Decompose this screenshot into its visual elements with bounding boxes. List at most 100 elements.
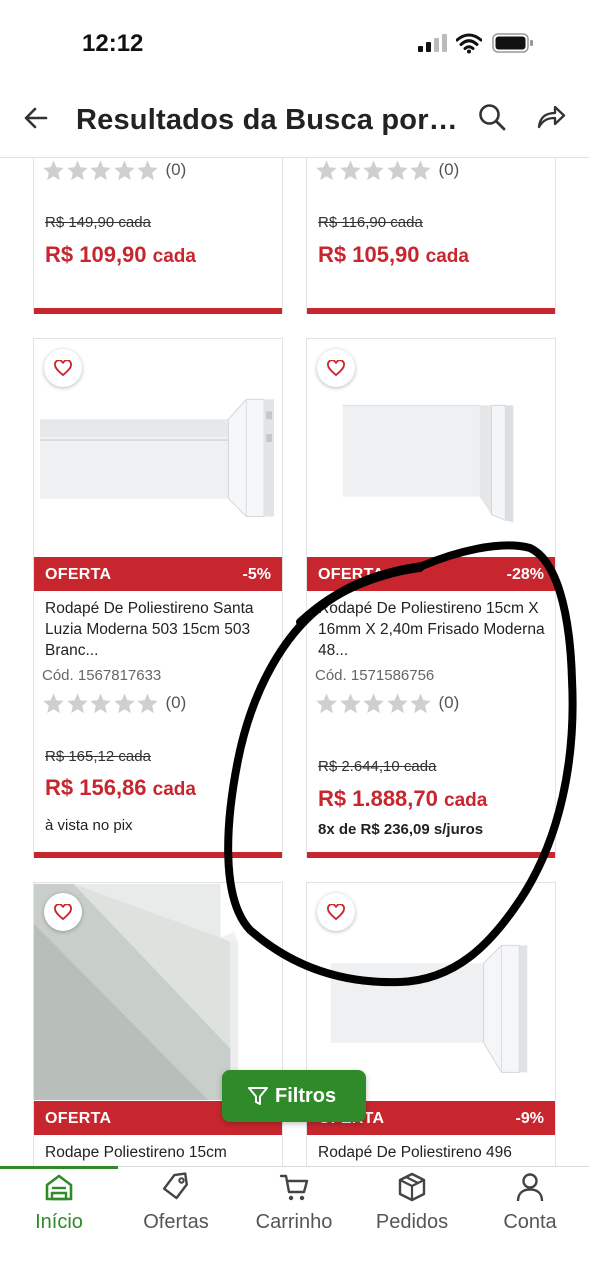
card-bottom-bar [34, 308, 282, 314]
price-unit: cada [425, 246, 469, 267]
user-icon [516, 1173, 544, 1202]
price-value: R$ 105,90 [318, 242, 420, 267]
offer-banner: OFERTA -28% [307, 557, 555, 591]
favorite-button[interactable] [44, 893, 82, 931]
nav-item-inicio[interactable]: Início [0, 1167, 118, 1247]
star-icon [43, 692, 64, 713]
current-price: R$ 105,90 cada [318, 242, 469, 268]
star-icon [113, 692, 135, 713]
discount-badge: -9% [515, 1110, 544, 1127]
filter-button[interactable]: Filtros [222, 1070, 366, 1122]
star-icon [90, 159, 111, 180]
product-code: Cód. 1571586756 [315, 667, 435, 684]
rating-stars: (0) [315, 158, 459, 182]
installments-note: 8x de R$ 236,09 s/juros [318, 821, 484, 838]
product-card[interactable]: OFERTA -28% Rodapé De Poliestireno 15cm … [306, 338, 556, 858]
product-card[interactable]: OFERTA -9% Rodapé De Poliestireno 496 [306, 882, 556, 1166]
star-icon [410, 692, 431, 713]
star-icon [386, 159, 408, 180]
search-icon[interactable] [477, 102, 507, 132]
current-price: R$ 156,86 cada [45, 775, 196, 801]
star-icon [43, 159, 64, 180]
payment-note: à vista no pix [45, 817, 133, 834]
card-bottom-bar [34, 852, 282, 858]
nav-label: Pedidos [375, 1211, 449, 1233]
product-name[interactable]: Rodapé De Poliestireno 15cm X 16mm X 2,4… [318, 598, 546, 661]
product-code: Cód. 1567817633 [42, 667, 162, 684]
product-name[interactable]: Rodapé De Poliestireno 496 [318, 1142, 546, 1163]
favorite-button[interactable] [317, 893, 355, 931]
current-price: R$ 1.888,70 cada [318, 786, 487, 812]
battery-icon [492, 33, 533, 53]
product-card[interactable]: OFERTA -5% Rodapé De Poliestireno Santa … [33, 338, 283, 858]
old-price: R$ 165,12 cada [45, 748, 151, 765]
tag-icon [162, 1172, 188, 1200]
back-arrow-icon[interactable] [22, 104, 50, 132]
nav-item-pedidos[interactable]: Pedidos [353, 1167, 471, 1247]
rating-count: (0) [438, 693, 460, 712]
star-icon [137, 159, 158, 180]
heart-icon [327, 360, 345, 376]
product-card[interactable]: (0) R$ 149,90 cada R$ 109,90 cada [33, 158, 283, 314]
product-card[interactable]: OFERTA Rodape Poliestireno 15cm [33, 882, 283, 1166]
favorite-button[interactable] [44, 349, 82, 387]
offer-label: OFERTA [45, 1110, 112, 1127]
old-price: R$ 149,90 cada [45, 214, 151, 231]
product-name[interactable]: Rodapé De Poliestireno Santa Luzia Moder… [45, 598, 273, 661]
card-bottom-bar [307, 308, 555, 314]
star-icon [113, 159, 135, 180]
bottom-navigation: Início Ofertas Carrinho Pedidos Conta [0, 1166, 589, 1280]
rating-count: (0) [438, 160, 460, 179]
nav-label: Ofertas [143, 1211, 209, 1233]
star-icon [363, 159, 384, 180]
filter-icon [248, 1087, 268, 1105]
discount-badge: -5% [242, 566, 271, 583]
cart-icon [279, 1174, 309, 1201]
star-icon [137, 692, 158, 713]
product-grid: (0) R$ 149,90 cada R$ 109,90 cada (0) R$… [0, 158, 589, 1166]
share-icon[interactable] [536, 102, 566, 132]
filter-button-label: Filtros [275, 1085, 337, 1107]
old-price: R$ 116,90 cada [318, 214, 423, 231]
nav-item-ofertas[interactable]: Ofertas [117, 1167, 235, 1247]
heart-icon [54, 904, 72, 920]
box-icon [398, 1172, 426, 1202]
rating-count: (0) [165, 693, 187, 712]
heart-icon [327, 904, 345, 920]
card-bottom-bar [307, 852, 555, 858]
page-title: Resultados da Busca por… [76, 104, 458, 136]
status-bar: 12:12 [0, 0, 589, 80]
cellular-signal-icon [418, 34, 450, 52]
star-icon [339, 692, 361, 713]
heart-icon [54, 360, 72, 376]
price-unit: cada [152, 246, 196, 267]
product-card[interactable]: (0) R$ 116,90 cada R$ 105,90 cada [306, 158, 556, 314]
nav-label: Início [35, 1211, 83, 1233]
status-time: 12:12 [82, 30, 144, 57]
offer-label: OFERTA [45, 566, 112, 583]
old-price: R$ 2.644,10 cada [318, 758, 437, 775]
nav-label: Carrinho [255, 1211, 333, 1233]
rating-count: (0) [165, 160, 187, 179]
home-icon [45, 1174, 73, 1201]
wifi-icon [456, 33, 482, 54]
star-icon [316, 159, 337, 180]
favorite-button[interactable] [317, 349, 355, 387]
star-icon [66, 159, 88, 180]
discount-badge: -28% [506, 566, 544, 583]
nav-item-carrinho[interactable]: Carrinho [235, 1167, 353, 1247]
rating-stars: (0) [42, 158, 186, 182]
star-icon [410, 159, 431, 180]
star-icon [339, 159, 361, 180]
nav-item-conta[interactable]: Conta [471, 1167, 589, 1247]
star-icon [386, 692, 408, 713]
star-icon [316, 692, 337, 713]
star-icon [90, 692, 111, 713]
product-name[interactable]: Rodape Poliestireno 15cm [45, 1142, 273, 1163]
price-unit: cada [444, 790, 488, 811]
star-icon [66, 692, 88, 713]
nav-label: Conta [503, 1211, 557, 1233]
app-header: Resultados da Busca por… [0, 80, 589, 158]
price-value: R$ 1.888,70 [318, 786, 438, 811]
price-value: R$ 109,90 [45, 242, 147, 267]
